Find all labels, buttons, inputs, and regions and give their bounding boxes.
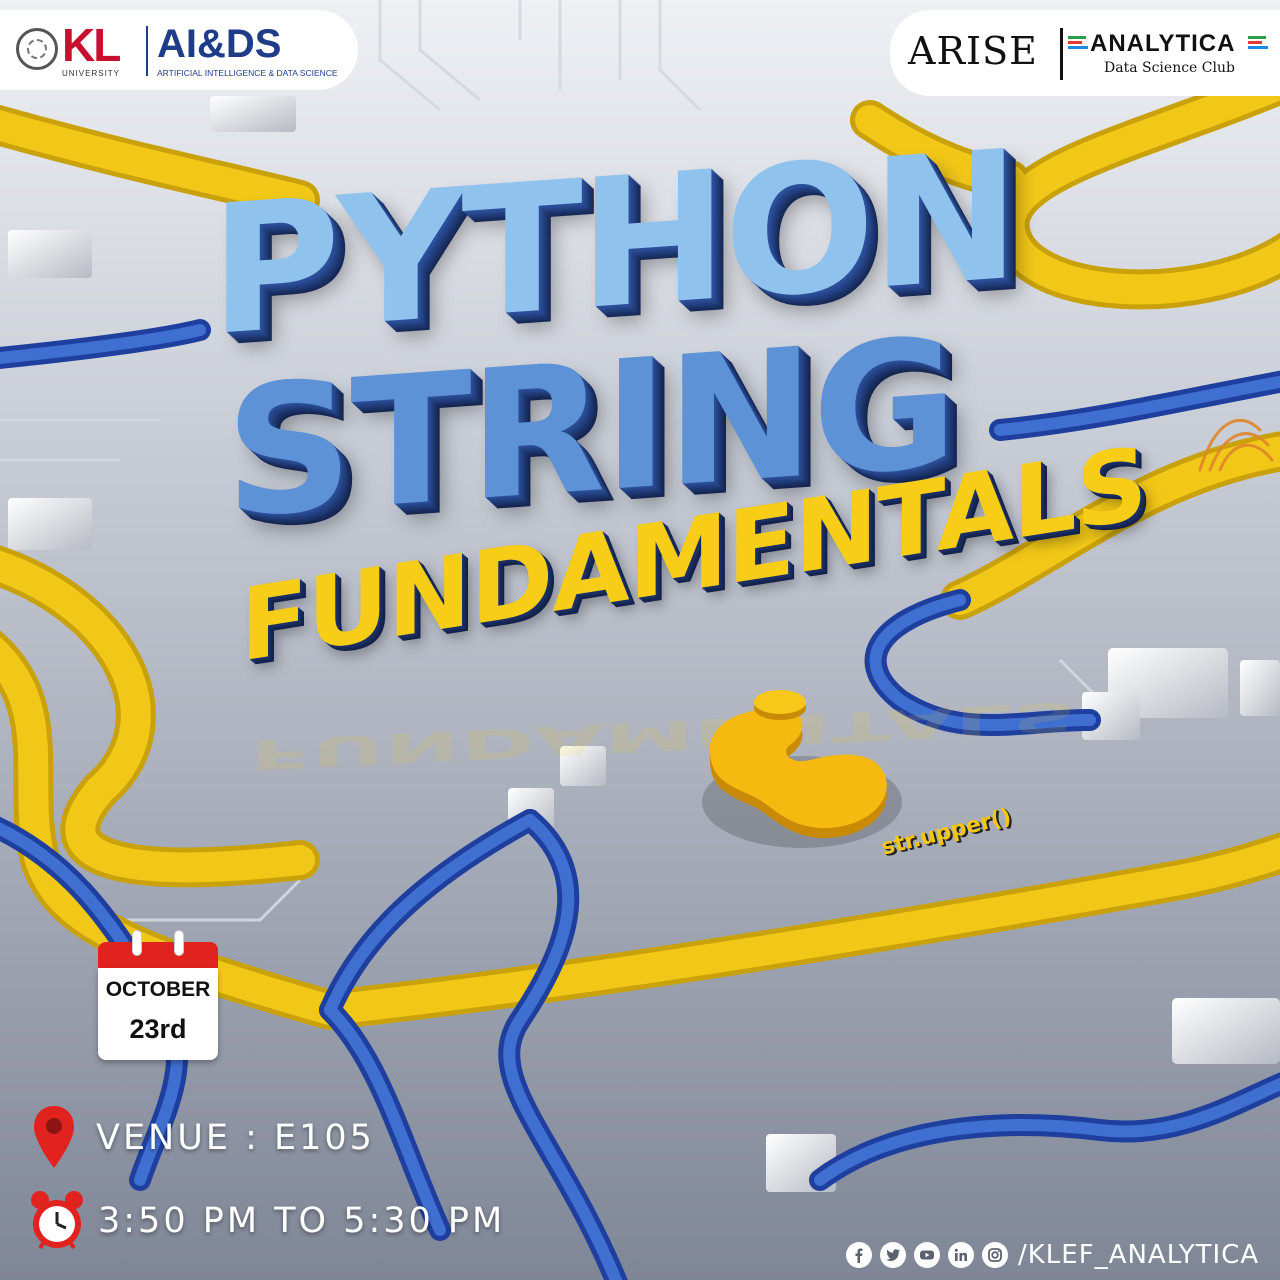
department-subtitle: ARTIFICIAL INTELLIGENCE & DATA SCIENCE [157, 68, 338, 78]
social-handle[interactable]: /KLEF_ANALYTICA [1018, 1240, 1259, 1270]
department-name: AI&DS [157, 22, 282, 66]
calendar-header [98, 942, 218, 968]
event-month: OCTOBER [105, 978, 211, 1001]
kl-brand-sub: UNIVERSITY [62, 69, 121, 78]
arise-logo: ARISE [908, 29, 1038, 73]
linkedin-icon[interactable] [948, 1242, 974, 1268]
time-row: 3:50 PM TO 5:30 PM [28, 1190, 505, 1252]
location-pin-icon [34, 1106, 74, 1168]
analytica-bars-right-icon [1248, 36, 1270, 52]
event-poster: KL UNIVERSITY AI&DS ARTIFICIAL INTELLIGE… [0, 0, 1280, 1280]
club-divider [1060, 28, 1063, 80]
time-text: 3:50 PM TO 5:30 PM [98, 1201, 506, 1241]
analytica-subtitle: Data Science Club [1104, 60, 1235, 76]
date-calendar: OCTOBER 23rd [98, 930, 218, 1060]
venue-row: VENUE : E105 [32, 1104, 375, 1172]
logo-divider [146, 26, 148, 76]
calendar-ring-icon [174, 930, 184, 956]
event-day: 23rd [129, 1014, 187, 1044]
venue-text: VENUE : E105 [96, 1118, 375, 1158]
social-bar: /KLEF_ANALYTICA [846, 1240, 1259, 1270]
python-emblem-icon [702, 690, 902, 848]
facebook-icon[interactable] [846, 1242, 872, 1268]
youtube-icon[interactable] [914, 1242, 940, 1268]
instagram-icon[interactable] [982, 1242, 1008, 1268]
alarm-clock-icon [31, 1191, 83, 1250]
kl-aids-logo: KL UNIVERSITY AI&DS ARTIFICIAL INTELLIGE… [0, 10, 358, 90]
club-logos: ARISE ANALYTICA Data Science Club [890, 10, 1280, 96]
twitter-icon[interactable] [880, 1242, 906, 1268]
university-seal-icon [16, 28, 58, 70]
analytica-logo: ANALYTICA [1090, 30, 1236, 57]
kl-brand: KL [62, 19, 121, 71]
analytica-bars-left-icon [1068, 36, 1090, 52]
calendar-ring-icon [132, 930, 142, 956]
